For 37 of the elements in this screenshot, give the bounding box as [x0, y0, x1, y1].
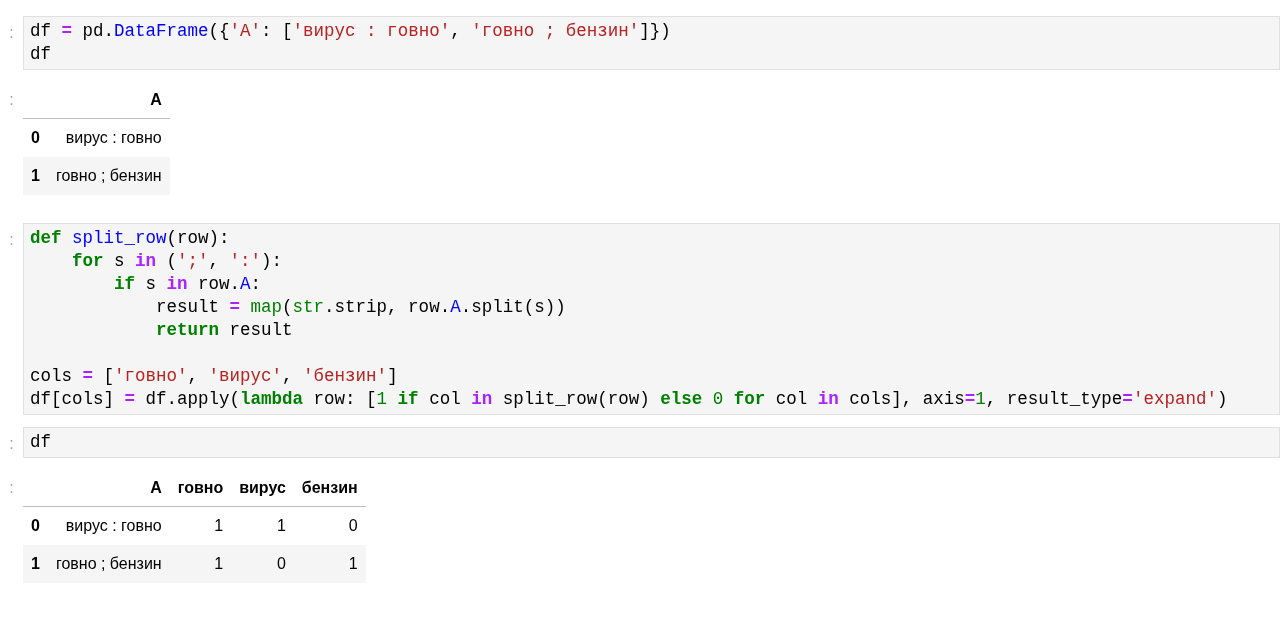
code-line: df — [30, 431, 51, 454]
row-index: 1 — [31, 555, 40, 572]
column-header: говно — [177, 479, 224, 496]
table-cell: 1 — [276, 517, 286, 534]
table-cell: 0 — [276, 555, 286, 572]
code-cell[interactable] — [23, 223, 1280, 415]
table-cell: говно ; бензин — [55, 555, 162, 572]
code-cell[interactable]: df = pd.DataFrame({'A': ['вирус : говно', 'говно ; бензин']}) df — [23, 16, 1280, 70]
table-cell: 0 — [348, 517, 358, 534]
code-line: if s in row.A: — [113, 273, 262, 296]
column-header: A — [150, 91, 162, 108]
code-line: def split_row(row): — [30, 227, 230, 250]
cell-prompt: : — [8, 23, 15, 43]
row-index: 1 — [31, 167, 40, 184]
code-line: return result — [155, 319, 293, 342]
code-line: for s in (';', ':'): — [71, 250, 283, 273]
code-line: df[cols] = df.apply(lambda row: [1 if col in split_row(row) else 0 for col in cols], axis=1, result_type='expand') — [30, 388, 1228, 411]
code-line: result = map(str.strip, row.A.split(s)) — [155, 296, 566, 319]
cell-prompt: : — [8, 478, 15, 498]
table-cell: 1 — [348, 555, 358, 572]
row-index: 0 — [31, 517, 40, 534]
table-cell: 1 — [214, 517, 224, 534]
code-cell[interactable]: df — [23, 427, 1280, 458]
cell-prompt: : — [8, 90, 15, 110]
cell-prompt: : — [8, 230, 15, 250]
column-header: вирус — [239, 479, 286, 496]
code-line: df — [30, 43, 51, 66]
code-line: df = pd.DataFrame({'A': ['вирус : говно', 'говно ; бензин']}) — [30, 20, 671, 43]
table-cell: говно ; бензин — [55, 167, 162, 184]
table-cell: 1 — [214, 555, 224, 572]
row-index: 0 — [31, 129, 40, 146]
table-cell: вирус : говно — [65, 517, 162, 534]
cell-prompt: : — [8, 434, 15, 454]
column-header: бензин — [301, 479, 358, 496]
table-cell: вирус : говно — [65, 129, 162, 146]
code-line: cols = ['говно', 'вирус', 'бензин'] — [30, 365, 398, 388]
column-header: A — [150, 479, 162, 496]
